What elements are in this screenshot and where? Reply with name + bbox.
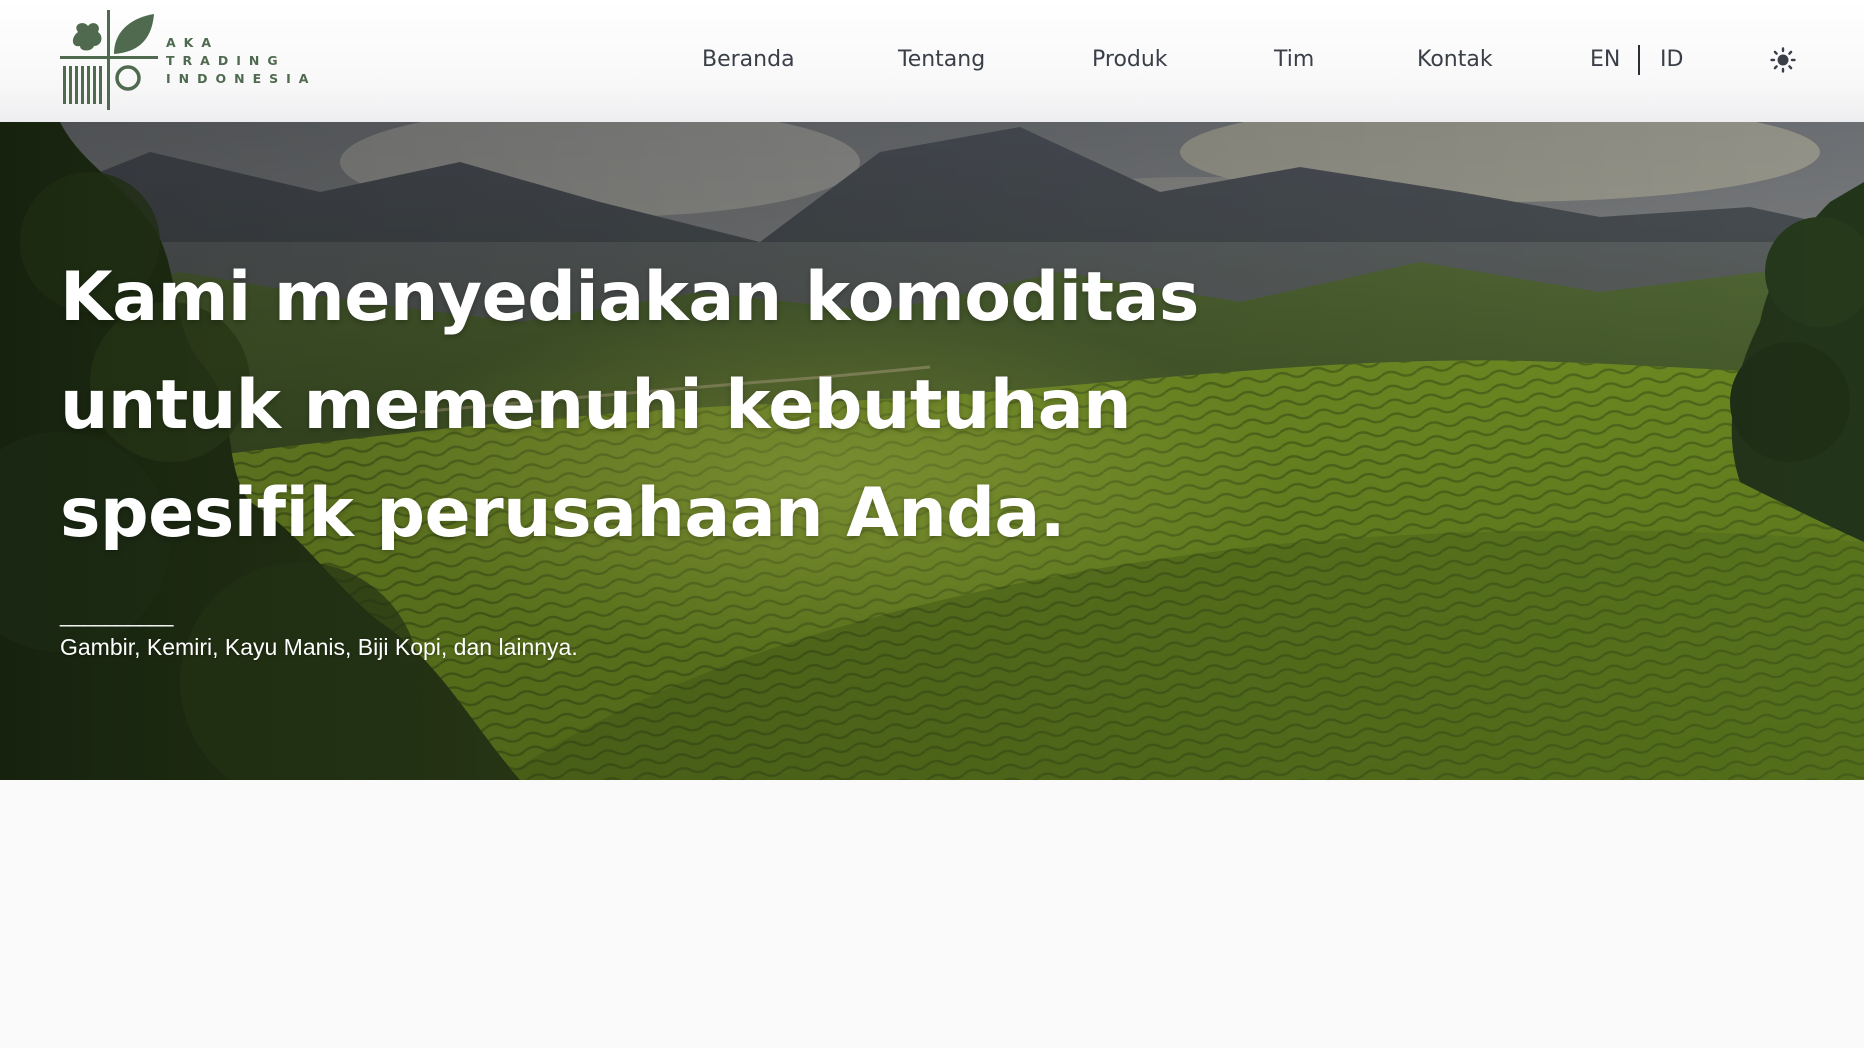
hero-subtitle: Gambir, Kemiri, Kayu Manis, Biji Kopi, d… <box>60 634 578 660</box>
hero-title: Kami menyediakan komoditas untuk memenuh… <box>60 258 1199 553</box>
nav-link-tim[interactable]: Tim <box>1274 40 1314 80</box>
lang-id-link[interactable]: ID <box>1660 40 1683 80</box>
language-separator <box>1638 45 1640 75</box>
hero-content: Kami menyediakan komoditas untuk memenuh… <box>60 244 1200 661</box>
hero-divider: __________ <box>60 602 173 627</box>
nav-link-kontak[interactable]: Kontak <box>1417 40 1493 80</box>
brand-line-indonesia: INDONESIA <box>166 71 317 86</box>
content-area <box>0 780 1864 1048</box>
sun-icon <box>1770 47 1796 73</box>
nav-link-tentang[interactable]: Tentang <box>898 40 985 80</box>
aka-trading-logo-icon <box>60 10 158 110</box>
theme-toggle-button[interactable] <box>1766 43 1800 77</box>
brand-line-trading: TRADING <box>166 53 286 68</box>
brand-logo[interactable]: AKA TRADING INDONESIA <box>58 10 308 110</box>
lang-en-link[interactable]: EN <box>1590 40 1620 80</box>
brand-line-aka: AKA <box>166 35 220 50</box>
site-header: AKA TRADING INDONESIA Beranda Tentang Pr… <box>0 0 1864 122</box>
nav-link-beranda[interactable]: Beranda <box>702 40 795 80</box>
hero-section: Kami menyediakan komoditas untuk memenuh… <box>0 122 1864 780</box>
nav-link-produk[interactable]: Produk <box>1092 40 1168 80</box>
brand-name: AKA TRADING INDONESIA <box>166 34 316 88</box>
